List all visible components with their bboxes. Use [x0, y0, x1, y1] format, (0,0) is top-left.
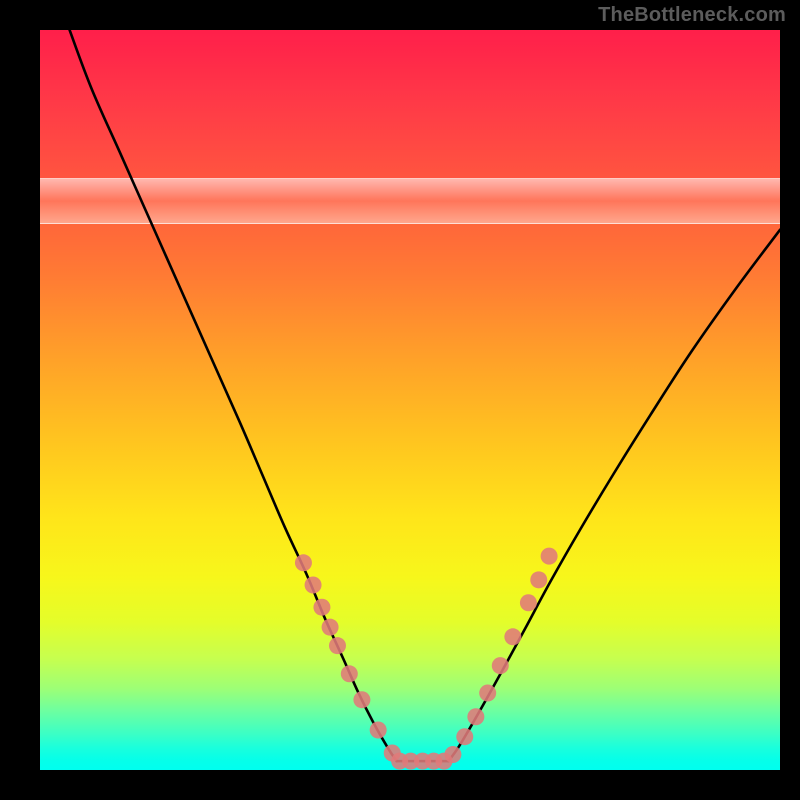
- marker-dot: [492, 657, 509, 674]
- curve-right-curve: [448, 230, 780, 761]
- marker-dot: [329, 637, 346, 654]
- marker-dot: [313, 599, 330, 616]
- marker-dot: [541, 548, 558, 565]
- marker-dot: [504, 628, 521, 645]
- marker-dot: [341, 665, 358, 682]
- chart-frame: TheBottleneck.com: [0, 0, 800, 800]
- plot-area: [40, 30, 780, 770]
- marker-dot: [456, 728, 473, 745]
- marker-dot: [530, 571, 547, 588]
- curve-svg: [40, 30, 780, 770]
- marker-dot: [295, 554, 312, 571]
- marker-dot: [436, 753, 453, 770]
- curve-left-curve: [70, 30, 397, 761]
- marker-dot: [467, 708, 484, 725]
- marker-dot: [370, 722, 387, 739]
- marker-dot: [520, 594, 537, 611]
- marker-dot: [305, 577, 322, 594]
- marker-dot: [479, 685, 496, 702]
- watermark-text: TheBottleneck.com: [598, 4, 786, 27]
- marker-dot: [322, 619, 339, 636]
- marker-dot: [353, 691, 370, 708]
